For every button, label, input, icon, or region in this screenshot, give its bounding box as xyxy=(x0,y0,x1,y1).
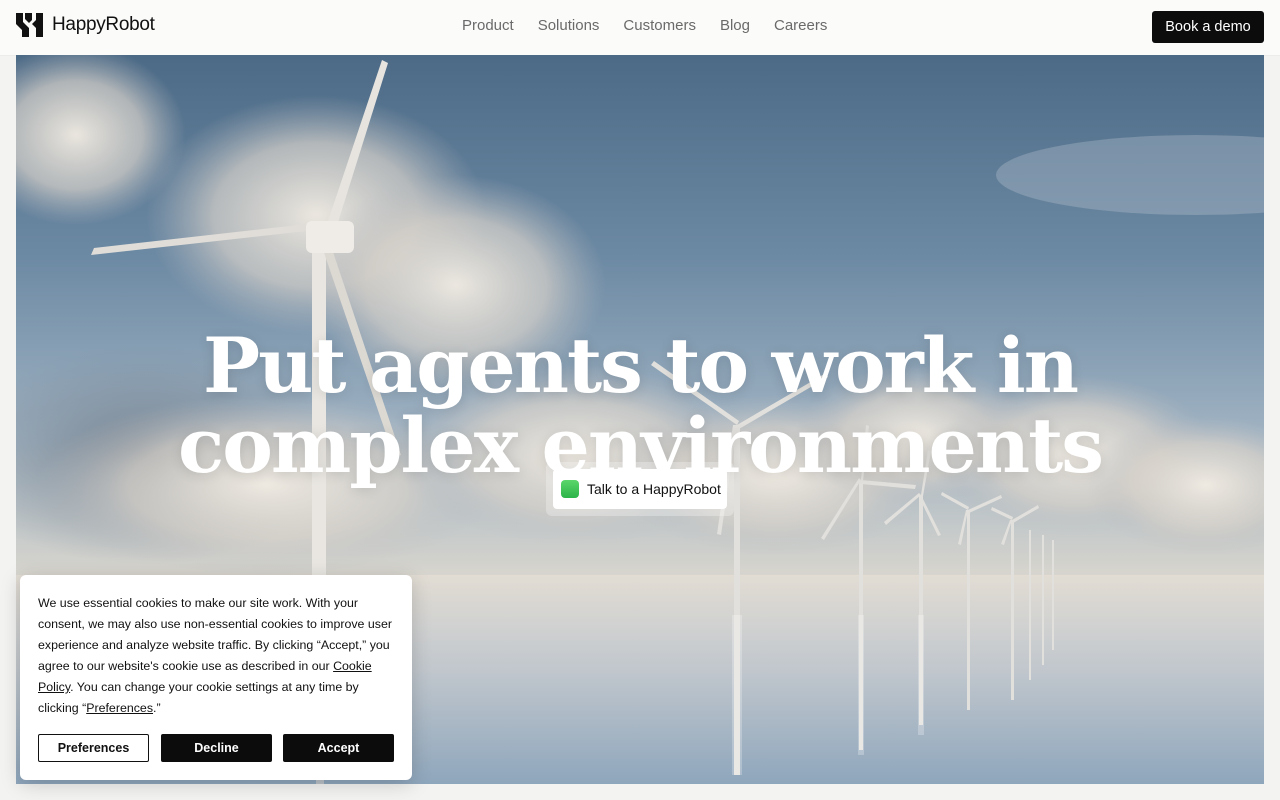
talk-button-label: Talk to a HappyRobot xyxy=(587,481,721,497)
talk-to-happyrobot-button[interactable]: Talk to a HappyRobot xyxy=(553,469,727,509)
cookie-message: We use essential cookies to make our sit… xyxy=(38,593,398,719)
cookie-text-end: .” xyxy=(153,701,161,715)
book-demo-button[interactable]: Book a demo xyxy=(1152,11,1264,43)
brand-name: HappyRobot xyxy=(52,14,155,35)
nav-link-careers[interactable]: Careers xyxy=(774,17,827,34)
cookie-preferences-link[interactable]: Preferences xyxy=(86,701,153,715)
cookie-preferences-button[interactable]: Preferences xyxy=(38,734,149,762)
cookie-decline-button[interactable]: Decline xyxy=(161,734,272,762)
nav-link-product[interactable]: Product xyxy=(462,17,514,34)
phone-icon xyxy=(554,470,579,498)
nav-link-customers[interactable]: Customers xyxy=(623,17,696,34)
nav-link-blog[interactable]: Blog xyxy=(720,17,750,34)
brand-logo[interactable]: HappyRobot xyxy=(16,13,155,37)
main-nav: Product Solutions Customers Blog Careers xyxy=(462,17,827,34)
cookie-banner: We use essential cookies to make our sit… xyxy=(20,575,412,780)
nav-link-solutions[interactable]: Solutions xyxy=(538,17,600,34)
talk-button-frame: Talk to a HappyRobot xyxy=(546,462,734,516)
happyrobot-logo-icon xyxy=(16,13,43,37)
top-navbar: HappyRobot Product Solutions Customers B… xyxy=(0,0,1280,56)
hero-headline-line-1: Put agents to work in xyxy=(203,320,1079,410)
cookie-accept-button[interactable]: Accept xyxy=(283,734,394,762)
